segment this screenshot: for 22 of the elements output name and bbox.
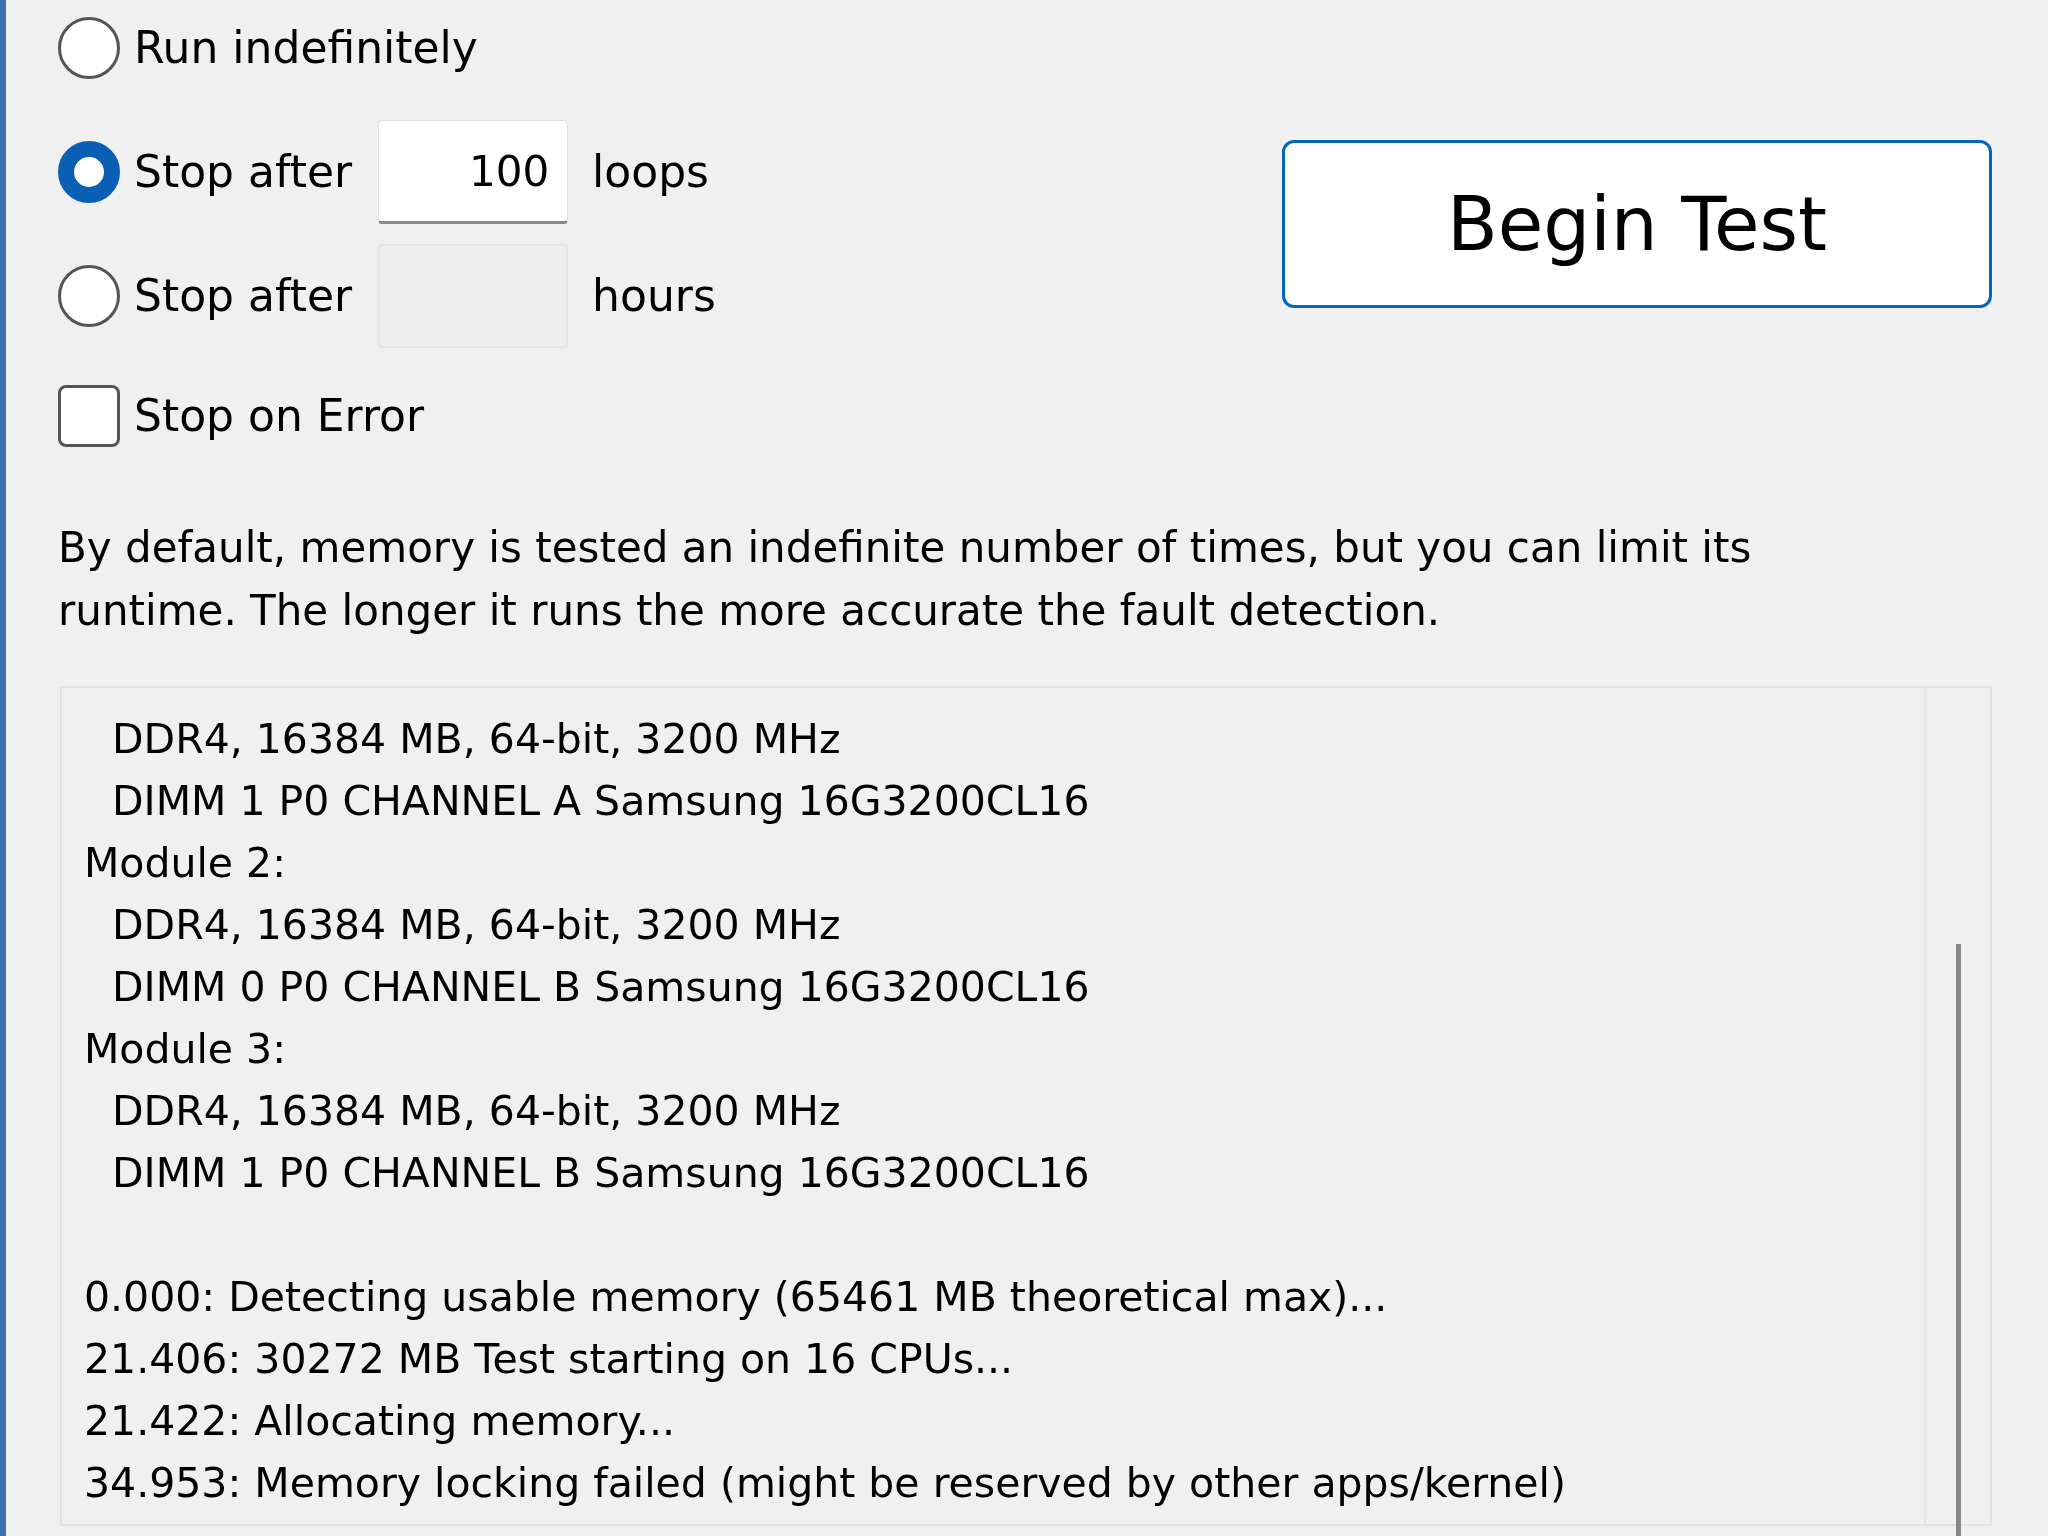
number-field[interactable]: 100 [378,120,569,224]
log-line: DIMM 1 P0 CHANNEL B Samsung 16G3200CL16 [111,1148,1091,1199]
option-label[interactable]: Run indefinitely [134,15,478,81]
checkbox-label[interactable]: Stop on Error [134,383,425,449]
log-line: 21.406: 30272 MB Test starting on 16 CPUs... [84,1334,1015,1385]
log-line: DDR4, 16384 MB, 64-bit, 3200 MHz [111,714,842,765]
option-label[interactable]: Stop after [134,139,353,205]
description-text: By default, memory is tested an indefinite number of times, but you can limit its runtime. The longer it runs the more accurate the fault detection. [58,522,1753,637]
log-line: 21.422: Allocating memory... [84,1396,676,1447]
log-line: DIMM 1 P0 CHANNEL A Samsung 16G3200CL16 [111,776,1091,827]
log-line: 34.953: Memory locking failed (might be reserved by other apps/kernel) [84,1458,1567,1509]
log-line: Module 2: [84,838,288,889]
scrollbar-thumb[interactable] [1955,944,1961,1536]
begin-test-button[interactable]: Begin Test [1282,140,1992,308]
unit-label: loops [592,145,710,199]
log-line: Module 3: [84,1024,288,1075]
log-line: DIMM 0 P0 CHANNEL B Samsung 16G3200CL16 [111,962,1091,1013]
unit-label: hours [592,269,716,323]
checkbox[interactable] [58,385,120,447]
log-line: DDR4, 16384 MB, 64-bit, 3200 MHz [111,900,842,951]
log-line: 0.000: Detecting usable memory (65461 MB theoretical max)... [84,1272,1389,1323]
log-line: DDR4, 16384 MB, 64-bit, 3200 MHz [111,1086,842,1137]
